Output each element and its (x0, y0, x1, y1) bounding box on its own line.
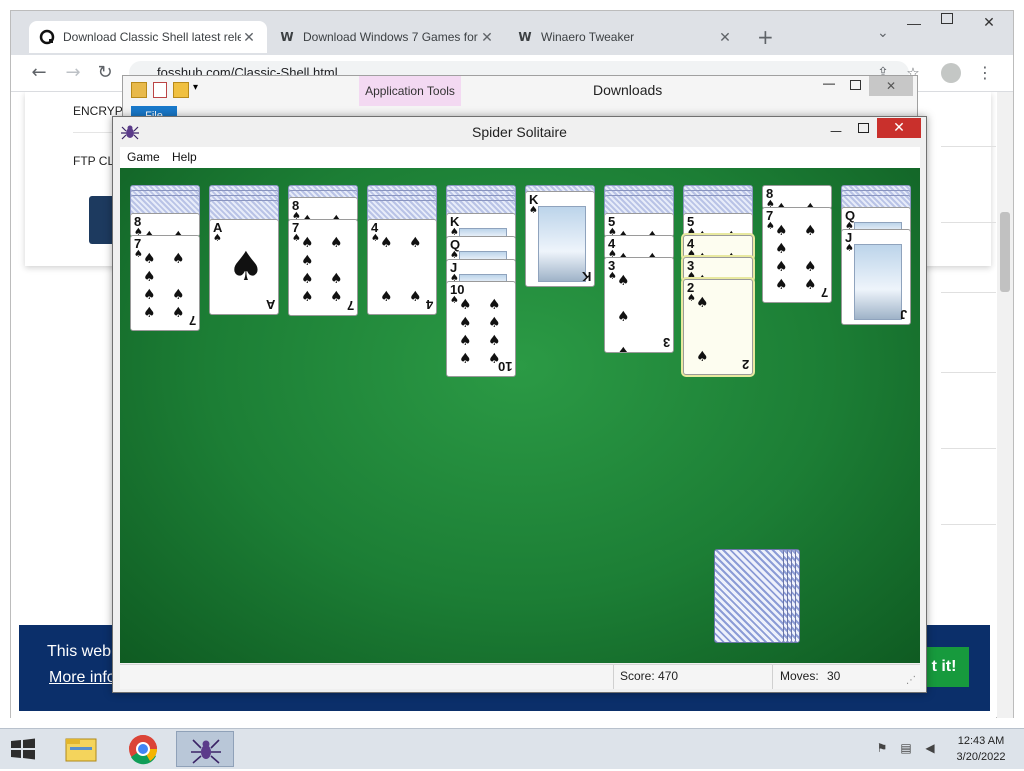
card-7-spades[interactable]: 7 ♠ ♠ ♠ ♠ ♠ ♠ ♠ ♠ 7 (288, 219, 358, 316)
divider (941, 524, 996, 525)
tab-title: Download Classic Shell latest rele (63, 30, 241, 44)
divider (941, 146, 996, 147)
status-bar: Score: 470 Moves: 30 ⋰ (120, 664, 920, 689)
card-4-spades-selected[interactable]: 4 ♠ ♠ ♠ (683, 235, 753, 259)
close-button[interactable]: ✕ (869, 76, 913, 96)
card-8-spades[interactable]: 8 ♠ ♠ ♠ (762, 185, 832, 209)
close-tab-icon[interactable]: ✕ (717, 29, 733, 46)
profile-avatar[interactable] (941, 63, 961, 83)
card-k-spades[interactable]: K ♠ K (525, 191, 595, 287)
divider (941, 372, 996, 373)
card-4-spades[interactable]: 4 ♠ ♠ ♠ (604, 235, 674, 259)
card-7-spades[interactable]: 7 ♠ ♠ ♠ ♠ ♠ ♠ ♠ ♠ 7 (130, 235, 200, 331)
menu-help[interactable]: Help (172, 150, 197, 164)
close-button[interactable]: ✕ (877, 118, 921, 138)
clock-date: 3/20/2022 (956, 751, 1006, 763)
scroll-thumb[interactable] (1000, 212, 1010, 292)
maximize-button[interactable] (850, 80, 861, 90)
divider (613, 665, 614, 689)
winaero-icon: W (518, 30, 532, 44)
close-tab-icon[interactable]: ✕ (241, 29, 257, 46)
resize-grip-icon[interactable]: ⋰ (906, 675, 916, 686)
moves-value: 30 (827, 669, 841, 683)
forward-arrow-icon[interactable]: → (61, 61, 85, 85)
page-scrollbar[interactable] (997, 92, 1013, 718)
menu-bar: Game Help (120, 147, 920, 169)
tab-winaero-tweaker[interactable]: W Winaero Tweaker ✕ (507, 21, 743, 53)
spider-solitaire-taskbar-button[interactable] (176, 731, 234, 767)
tab-windows7-games[interactable]: W Download Windows 7 Games for ✕ (269, 21, 505, 53)
new-folder-icon[interactable] (173, 82, 189, 98)
clock-time: 12:43 AM (957, 735, 1005, 747)
divider (772, 665, 773, 689)
card-5-spades[interactable]: 5 ♠ ♠ ♠ (604, 213, 674, 237)
chrome-taskbar-button[interactable] (116, 731, 170, 767)
back-arrow-icon[interactable]: ← (27, 61, 51, 85)
title-bar[interactable]: Spider Solitaire — ✕ (113, 117, 926, 147)
card-8-spades[interactable]: 8 ♠ ♠ ♠ (130, 213, 200, 237)
application-tools-tab[interactable]: Application Tools (359, 76, 461, 106)
tab-classic-shell[interactable]: Download Classic Shell latest rele ✕ (29, 21, 267, 53)
maximize-button[interactable] (941, 13, 953, 24)
customize-chevron-icon[interactable]: ▾ (193, 82, 198, 93)
cookie-text: This web (47, 643, 112, 660)
stock-card[interactable] (714, 549, 784, 643)
system-clock[interactable]: 12:43 AM 3/20/2022 (944, 733, 1018, 765)
row-ftp: FTP CL (73, 154, 115, 168)
tab-search-chevron-icon[interactable]: ⌄ (877, 25, 889, 41)
minimize-button[interactable]: — (823, 121, 849, 141)
card-8-spades[interactable]: 8 ♠ ♠ ♠ (288, 197, 358, 221)
divider (941, 292, 996, 293)
card-4-spades[interactable]: 4 ♠ ♠ ♠ ♠ ♠ 4 (367, 219, 437, 315)
moves-label: Moves: (780, 669, 819, 683)
reload-icon[interactable]: ↻ (93, 61, 117, 85)
action-center-icon[interactable]: ⚑ (874, 741, 890, 757)
windows-start-icon[interactable] (8, 737, 38, 761)
score-label: Score: 470 (620, 669, 679, 683)
stock-pile[interactable] (714, 549, 804, 645)
quick-access-toolbar: ▾ (131, 82, 221, 100)
divider (941, 222, 996, 223)
card-3-spades-selected[interactable]: 3 ♠ ♠ (683, 257, 753, 281)
more-menu-icon[interactable]: ⋮ (973, 61, 997, 85)
divider (941, 448, 996, 449)
card-j-spades[interactable]: J ♠ J (841, 229, 911, 325)
card-2-spades-selected[interactable]: 2 ♠ ♠ ♠ 2 (683, 279, 753, 375)
card-5-spades[interactable]: 5 ♠ ♠ ♠ (683, 213, 753, 237)
folder-icon[interactable] (131, 82, 147, 98)
new-tab-button[interactable]: + (757, 25, 774, 49)
menu-game[interactable]: Game (127, 150, 160, 164)
explorer-title: Downloads (593, 82, 663, 98)
game-table: 8 ♠ ♠ ♠ 7 ♠ ♠ ♠ ♠ ♠ ♠ ♠ ♠ 7 A ♠ ♠ A 8 ♠ ♠ ♠ 7 ♠ ♠ ♠ ♠ ♠… (120, 168, 920, 663)
maximize-button[interactable] (858, 123, 869, 133)
tab-strip: Download Classic Shell latest rele ✕ W D… (11, 11, 1013, 55)
tab-title: Winaero Tweaker (541, 30, 635, 44)
volume-muted-icon[interactable]: ◀ (922, 741, 938, 757)
minimize-button[interactable]: — (907, 15, 921, 31)
close-button[interactable]: ✕ (969, 11, 1009, 33)
spider-solitaire-window: Spider Solitaire — ✕ Game Help 8 ♠ ♠ ♠ 7 ♠ ♠… (112, 116, 927, 693)
tab-title: Download Windows 7 Games for (303, 30, 478, 44)
minimize-button[interactable]: — (823, 76, 835, 90)
fosshub-icon (39, 29, 55, 45)
window-title: Spider Solitaire (472, 124, 567, 140)
card-7-spades[interactable]: 7 ♠ ♠ ♠ ♠ ♠ ♠ ♠ ♠ 7 (762, 207, 832, 303)
properties-icon[interactable] (153, 82, 167, 98)
close-tab-icon[interactable]: ✕ (479, 29, 495, 46)
taskbar: ⚑ ▤ ◀ 12:43 AM 3/20/2022 (0, 728, 1024, 769)
winaero-icon: W (280, 30, 294, 44)
card-10-spades[interactable]: 10 ♠ ♠ ♠ ♠ ♠ ♠ ♠ ♠ ♠ 10 (446, 281, 516, 377)
more-info-link[interactable]: More info (49, 669, 116, 687)
network-icon[interactable]: ▤ (898, 741, 914, 757)
card-a-spades[interactable]: A ♠ ♠ A (209, 219, 279, 315)
card-3-spades[interactable]: 3 ♠ ♠ ♠ ♠ 3 (604, 257, 674, 353)
file-explorer-taskbar-button[interactable] (54, 731, 108, 767)
